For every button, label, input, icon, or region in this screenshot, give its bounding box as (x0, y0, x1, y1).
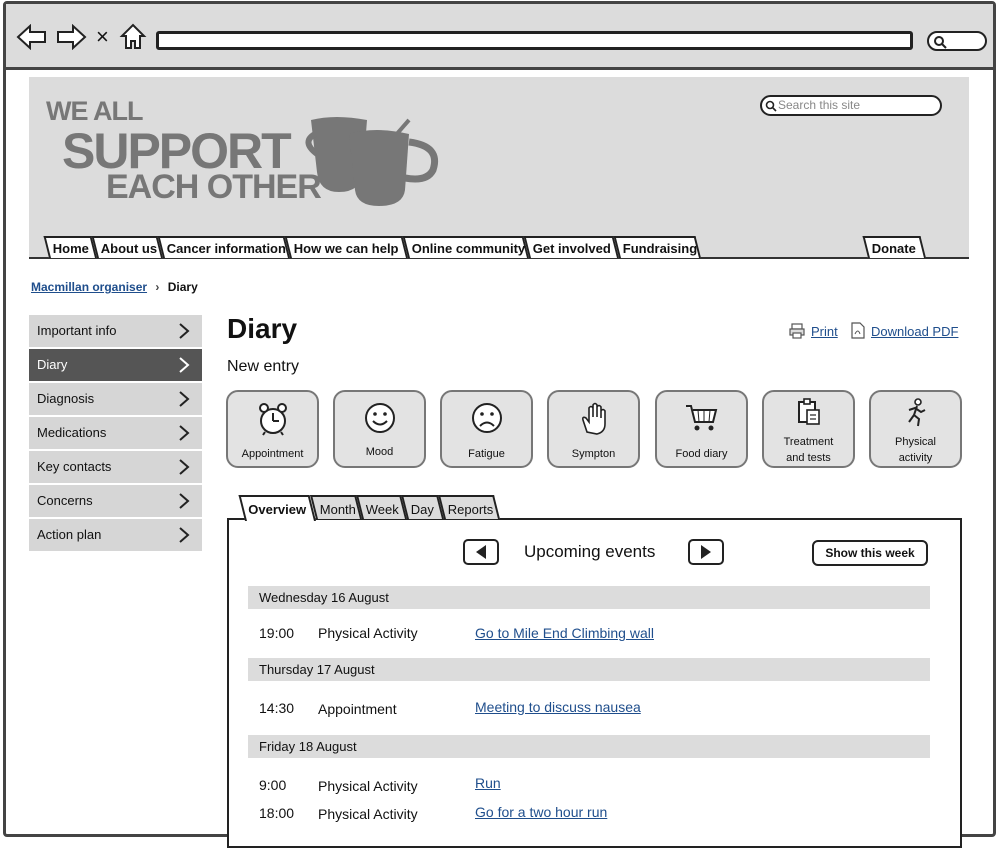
breadcrumb-separator-icon: › (155, 280, 160, 294)
chevron-right-icon (179, 323, 190, 339)
smiley-icon (364, 403, 395, 433)
sidebar-item-action-plan[interactable]: Action plan (29, 519, 202, 551)
play-left-icon (476, 545, 486, 559)
tab-reports[interactable]: Reports (438, 495, 500, 519)
nav-tab-fundraising[interactable]: Fundraising (613, 236, 701, 258)
symptom-button[interactable]: Sympton (547, 390, 640, 468)
tab-week[interactable]: Week (356, 495, 407, 519)
running-person-icon (907, 398, 925, 427)
sidebar-item-label: Important info (37, 323, 117, 338)
page-title: Diary (227, 313, 298, 344)
nav-tab-how-we-can-help[interactable]: How we can help (284, 236, 408, 258)
print-link[interactable]: Print (811, 324, 838, 339)
appointment-label: Appointment (241, 448, 304, 460)
sidebar-item-label: Key contacts (37, 459, 112, 474)
day-header: Wednesday 16 August (248, 586, 930, 609)
alarm-clock-icon (258, 403, 287, 436)
event-type: Physical Activity (318, 806, 418, 822)
download-pdf-link[interactable]: Download PDF (871, 324, 958, 339)
fatigue-button[interactable]: Fatigue (440, 390, 533, 468)
upcoming-events-title: Upcoming events (524, 542, 656, 561)
nav-tab-about-us[interactable]: About us (91, 236, 163, 258)
physical-activity-label: Physical activity (895, 436, 936, 464)
event-link[interactable]: Run (475, 775, 501, 791)
sad-face-icon (471, 403, 502, 433)
symptom-label: Sympton (571, 448, 616, 460)
sidebar-item-label: Action plan (37, 527, 102, 542)
diary-panel (227, 518, 962, 848)
sidebar-item-label: Diary (37, 357, 68, 372)
sidebar-item-key-contacts[interactable]: Key contacts (29, 451, 202, 483)
sidebar-item-concerns[interactable]: Concerns (29, 485, 202, 517)
treatment-and-tests-button[interactable]: Treatment and tests (762, 390, 855, 468)
breadcrumb-current: Diary (167, 280, 198, 294)
treatment-label: Treatment and tests (783, 436, 834, 464)
sidebar-item-diary[interactable]: Diary (29, 349, 202, 381)
event-time: 14:30 (259, 700, 295, 716)
day-header: Friday 18 August (248, 735, 930, 758)
physical-activity-button[interactable]: Physical activity (869, 390, 962, 468)
pdf-icon[interactable] (851, 322, 865, 339)
home-icon[interactable] (119, 22, 147, 50)
appointment-button[interactable]: Appointment (226, 390, 319, 468)
event-link[interactable]: Meeting to discuss nausea (475, 699, 641, 715)
chevron-right-icon (179, 459, 190, 475)
hand-icon (581, 402, 606, 435)
new-entry-heading: New entry (227, 358, 300, 375)
day-header: Thursday 17 August (248, 658, 930, 681)
event-time: 18:00 (259, 805, 295, 821)
browser-search-field[interactable] (927, 31, 987, 51)
nav-tab-get-involved[interactable]: Get involved (523, 236, 619, 258)
breadcrumb-organiser-link[interactable]: Macmillan organiser (31, 280, 147, 294)
event-link[interactable]: Go to Mile End Climbing wall (475, 625, 654, 641)
sidebar-item-important-info[interactable]: Important info (29, 315, 202, 347)
next-button[interactable] (688, 539, 724, 565)
chevron-right-icon (179, 527, 190, 543)
logo-line-3: EACH OTHER (106, 168, 322, 206)
sidebar-item-diagnosis[interactable]: Diagnosis (29, 383, 202, 415)
site-search-placeholder: Search this site (778, 98, 861, 112)
site-search-input[interactable]: Search this site (760, 95, 942, 116)
back-icon[interactable] (16, 24, 48, 50)
mood-button[interactable]: Mood (333, 390, 426, 468)
donate-tab[interactable]: Donate (862, 236, 926, 258)
event-type: Physical Activity (318, 778, 418, 794)
search-icon (934, 36, 947, 49)
chevron-right-icon (179, 357, 190, 373)
tab-overview[interactable]: Overview (238, 495, 316, 521)
breadcrumb: Macmillan organiser › Diary (31, 280, 198, 294)
url-bar[interactable] (156, 31, 913, 50)
event-link[interactable]: Go for a two hour run (475, 804, 607, 820)
chevron-right-icon (179, 391, 190, 407)
nav-tab-cancer-information[interactable]: Cancer information (157, 236, 290, 258)
sidebar-item-label: Concerns (37, 493, 93, 508)
fatigue-label: Fatigue (468, 448, 505, 460)
nav-tab-online-community[interactable]: Online community (402, 236, 529, 258)
shopping-cart-icon (685, 405, 717, 431)
mugs-logo-icon (305, 117, 438, 206)
sidebar-item-label: Diagnosis (37, 391, 95, 406)
forward-icon[interactable] (55, 24, 87, 50)
show-this-week-button[interactable]: Show this week (812, 540, 928, 566)
tab-day[interactable]: Day (401, 495, 444, 519)
printer-icon[interactable] (789, 323, 805, 339)
event-time: 9:00 (259, 777, 287, 793)
food-diary-button[interactable]: Food diary (655, 390, 748, 468)
play-right-icon (701, 545, 711, 559)
sidebar-item-label: Medications (37, 425, 107, 440)
chevron-right-icon (179, 493, 190, 509)
search-icon (765, 100, 777, 112)
sidebar-item-medications[interactable]: Medications (29, 417, 202, 449)
event-time: 19:00 (259, 625, 295, 641)
chevron-right-icon (179, 425, 190, 441)
nav-tab-home[interactable]: Home (43, 236, 97, 258)
clipboard-icon (797, 398, 820, 425)
tab-month[interactable]: Month (310, 495, 362, 519)
event-type: Appointment (318, 701, 397, 717)
food-diary-label: Food diary (675, 448, 728, 460)
stop-icon[interactable]: × (96, 24, 109, 50)
event-type: Physical Activity (318, 625, 418, 641)
previous-button[interactable] (463, 539, 499, 565)
mood-label: Mood (365, 446, 394, 458)
